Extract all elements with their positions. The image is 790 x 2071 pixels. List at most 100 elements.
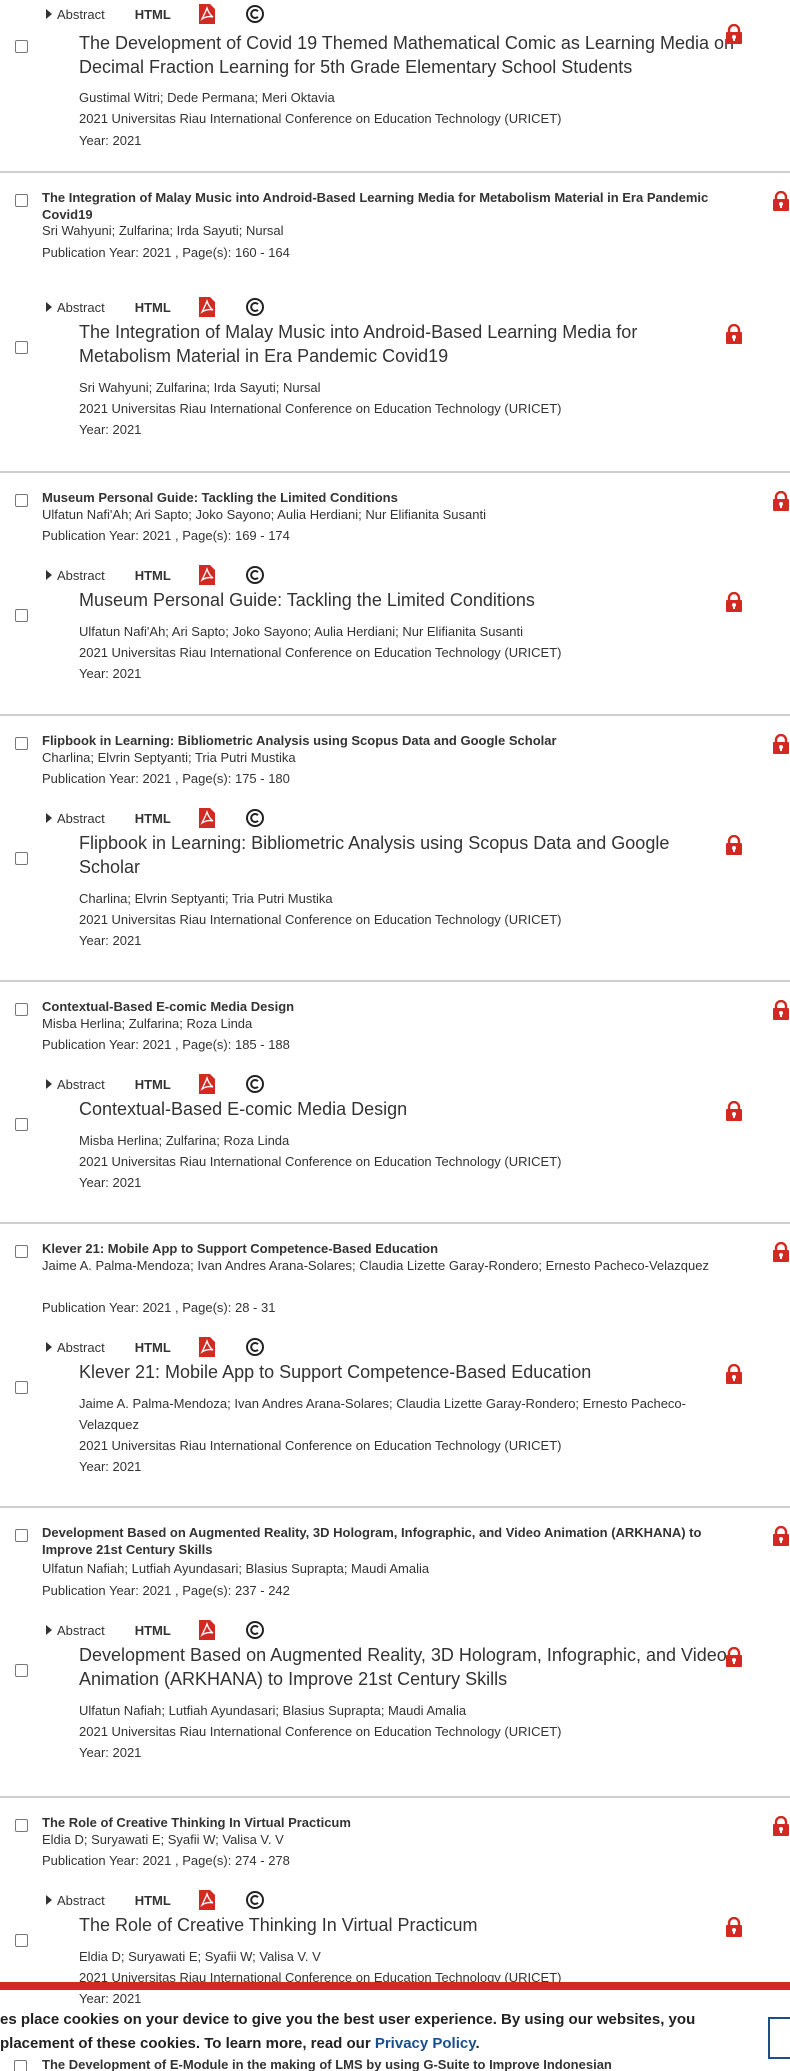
lock-icon — [773, 1816, 789, 1836]
abstract-toggle[interactable]: Abstract — [46, 568, 105, 583]
lock-icon — [773, 191, 789, 211]
copyright-icon[interactable] — [245, 297, 265, 317]
copyright-icon[interactable] — [245, 1890, 265, 1910]
pdf-icon[interactable] — [198, 808, 215, 828]
select-checkbox[interactable] — [15, 341, 28, 354]
copyright-icon[interactable] — [245, 4, 265, 24]
conference-link[interactable]: 2021 Universitas Riau International Conf… — [79, 398, 739, 419]
copyright-icon[interactable] — [245, 565, 265, 585]
pdf-icon[interactable] — [198, 1890, 215, 1910]
pdf-icon[interactable] — [198, 1074, 215, 1094]
publication-info: Publication Year: 2021 , Page(s): 28 - 3… — [42, 1300, 276, 1315]
article-authors: Jaime A. Palma-Mendoza; Ivan Andres Aran… — [79, 1396, 686, 1432]
article-title[interactable]: Contextual-Based E-comic Media Design — [79, 1097, 729, 1121]
select-checkbox[interactable] — [15, 1003, 28, 1016]
conference-link[interactable]: 2021 Universitas Riau International Conf… — [79, 1151, 739, 1172]
abstract-label: Abstract — [57, 1339, 105, 1355]
article-title[interactable]: The Integration of Malay Music into Andr… — [79, 320, 729, 368]
pdf-icon[interactable] — [198, 565, 215, 585]
select-checkbox[interactable] — [15, 1381, 28, 1394]
lock-icon — [726, 1364, 742, 1384]
copyright-icon[interactable] — [245, 808, 265, 828]
pdf-icon[interactable] — [198, 1620, 215, 1640]
conference-link[interactable]: 2021 Universitas Riau International Conf… — [79, 642, 739, 663]
abstract-toggle[interactable]: Abstract — [46, 1340, 105, 1355]
select-checkbox[interactable] — [15, 1245, 28, 1258]
select-checkbox[interactable] — [15, 494, 28, 507]
article-title[interactable]: Development Based on Augmented Reality, … — [79, 1643, 729, 1691]
html-link[interactable]: HTML — [135, 300, 171, 315]
lock-icon — [773, 734, 789, 754]
lock-icon — [773, 1242, 789, 1262]
article-title[interactable]: The Role of Creative Thinking In Virtual… — [79, 1913, 729, 1937]
article-title[interactable]: Flipbook in Learning: Bibliometric Analy… — [79, 831, 729, 879]
conference-link[interactable]: 2021 Universitas Riau International Conf… — [79, 1435, 739, 1456]
caret-right-icon — [46, 1079, 52, 1089]
compact-authors: Charlina; Elvrin Septyanti; Tria Putri M… — [42, 750, 296, 765]
compact-authors: Eldia D; Suryawati E; Syafii W; Valisa V… — [42, 1832, 284, 1847]
select-checkbox[interactable] — [14, 2060, 27, 2071]
copyright-icon[interactable] — [245, 1620, 265, 1640]
html-link[interactable]: HTML — [135, 7, 171, 22]
abstract-toggle[interactable]: Abstract — [46, 811, 105, 826]
abstract-toggle[interactable]: Abstract — [46, 300, 105, 315]
abstract-toggle[interactable]: Abstract — [46, 1077, 105, 1092]
pdf-icon[interactable] — [198, 1337, 215, 1357]
abstract-toggle[interactable]: Abstract — [46, 7, 105, 22]
lock-icon — [726, 1647, 742, 1667]
html-link[interactable]: HTML — [135, 568, 171, 583]
article-title[interactable]: Museum Personal Guide: Tackling the Limi… — [79, 588, 729, 612]
conference-link[interactable]: 2021 Universitas Riau International Conf… — [79, 1721, 739, 1742]
compact-title[interactable]: Development Based on Augmented Reality, … — [42, 1524, 742, 1558]
select-checkbox[interactable] — [15, 609, 28, 622]
conference-link[interactable]: 2021 Universitas Riau International Conf… — [79, 909, 739, 930]
compact-authors: Ulfatun Nafi'Ah; Ari Sapto; Joko Sayono;… — [42, 507, 486, 522]
conference-link[interactable]: 2021 Universitas Riau International Conf… — [79, 108, 739, 129]
accept-cookies-button[interactable] — [768, 2017, 790, 2059]
article-year: Year: 2021 — [79, 1745, 142, 1760]
cookie-message-2: placement of these cookies. To learn mor… — [0, 2033, 760, 2055]
abstract-label: Abstract — [57, 6, 105, 22]
abstract-toggle[interactable]: Abstract — [46, 1623, 105, 1638]
publication-info: Publication Year: 2021 , Page(s): 169 - … — [42, 528, 290, 543]
abstract-label: Abstract — [57, 567, 105, 583]
select-checkbox[interactable] — [15, 1118, 28, 1131]
article-year: Year: 2021 — [79, 666, 142, 681]
pdf-icon[interactable] — [198, 297, 215, 317]
article-actions: Abstract HTML — [46, 808, 265, 828]
compact-title[interactable]: The Integration of Malay Music into Andr… — [42, 189, 742, 223]
article-year: Year: 2021 — [79, 1991, 142, 2006]
copyright-icon[interactable] — [245, 1074, 265, 1094]
html-link[interactable]: HTML — [135, 1893, 171, 1908]
lock-icon — [726, 1101, 742, 1121]
html-link[interactable]: HTML — [135, 1340, 171, 1355]
compact-title[interactable]: The Development of E-Module in the makin… — [42, 2057, 612, 2071]
article-actions: Abstract HTML — [46, 297, 265, 317]
copyright-icon[interactable] — [245, 1337, 265, 1357]
html-link[interactable]: HTML — [135, 811, 171, 826]
divider — [0, 1506, 790, 1508]
select-checkbox[interactable] — [15, 40, 28, 53]
lock-icon — [726, 1917, 742, 1937]
divider — [0, 1222, 790, 1224]
publication-info: Publication Year: 2021 , Page(s): 274 - … — [42, 1853, 290, 1868]
article-actions: Abstract HTML — [46, 1890, 265, 1910]
abstract-toggle[interactable]: Abstract — [46, 1893, 105, 1908]
article-year: Year: 2021 — [79, 1175, 142, 1190]
article-title[interactable]: The Development of Covid 19 Themed Mathe… — [79, 31, 749, 79]
html-link[interactable]: HTML — [135, 1077, 171, 1092]
html-link[interactable]: HTML — [135, 1623, 171, 1638]
divider — [0, 714, 790, 716]
article-title[interactable]: Klever 21: Mobile App to Support Compete… — [79, 1360, 729, 1384]
select-checkbox[interactable] — [15, 1664, 28, 1677]
select-checkbox[interactable] — [15, 852, 28, 865]
select-checkbox[interactable] — [15, 1819, 28, 1832]
privacy-policy-link[interactable]: Privacy Policy — [375, 2035, 476, 2052]
publication-info: Publication Year: 2021 , Page(s): 160 - … — [42, 245, 290, 260]
pdf-icon[interactable] — [198, 4, 215, 24]
select-checkbox[interactable] — [15, 194, 28, 207]
select-checkbox[interactable] — [15, 1934, 28, 1947]
abstract-label: Abstract — [57, 1076, 105, 1092]
select-checkbox[interactable] — [15, 1529, 28, 1542]
select-checkbox[interactable] — [15, 737, 28, 750]
